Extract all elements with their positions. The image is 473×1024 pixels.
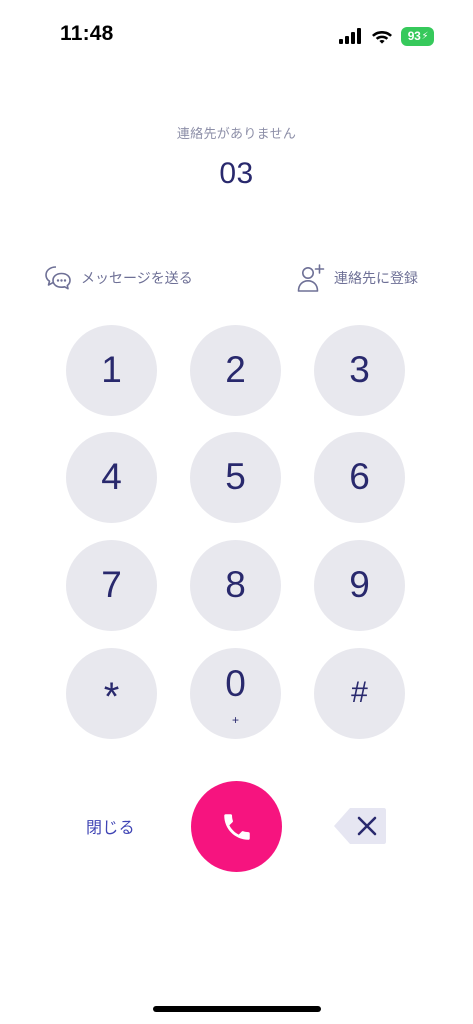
key-5[interactable]: 5 — [190, 432, 281, 523]
key-plus-label: + — [231, 713, 239, 727]
add-person-icon — [297, 264, 325, 292]
key-4[interactable]: 4 — [66, 432, 157, 523]
key-digit: 4 — [101, 456, 122, 497]
key-digit: 1 — [101, 349, 122, 390]
key-6[interactable]: 6 — [314, 432, 405, 523]
home-indicator — [153, 1006, 321, 1012]
send-message-button[interactable]: メッセージを送る — [43, 263, 193, 293]
key-digit: 2 — [225, 349, 246, 390]
key-digit: * — [103, 675, 120, 719]
key-digit: # — [351, 676, 368, 709]
key-hash[interactable]: # — [314, 648, 405, 739]
key-9[interactable]: 9 — [314, 540, 405, 631]
battery-level: 93 — [407, 29, 421, 43]
charging-bolt-icon: ⚡ — [421, 30, 429, 42]
battery-icon: 93 ⚡ — [401, 26, 434, 46]
key-digit: 3 — [349, 349, 370, 390]
key-star[interactable]: * — [66, 648, 157, 739]
key-digit: 7 — [101, 564, 122, 605]
status-icons: 93 ⚡ — [339, 24, 434, 48]
status-bar: 11:48 93 ⚡ — [0, 0, 473, 70]
phone-dialer-screen: 11:48 93 ⚡ 連絡先がありません 03 メッセージを送る 連絡先に登録 … — [0, 0, 473, 1024]
key-7[interactable]: 7 — [66, 540, 157, 631]
dialed-number: 03 — [219, 157, 254, 190]
backspace-icon — [334, 808, 386, 844]
phone-icon — [223, 813, 250, 840]
delete-button[interactable] — [333, 806, 387, 846]
key-1[interactable]: 1 — [66, 325, 157, 416]
key-digit: 8 — [225, 564, 246, 605]
keypad: 1 2 3 4 5 6 7 8 9 * 0 + # — [66, 325, 406, 741]
add-contact-button[interactable]: 連絡先に登録 — [296, 263, 418, 293]
call-button[interactable] — [191, 781, 282, 872]
key-digit: 6 — [349, 456, 370, 497]
key-3[interactable]: 3 — [314, 325, 405, 416]
key-digit: 0 — [225, 663, 246, 704]
status-time: 11:48 — [60, 22, 114, 45]
key-8[interactable]: 8 — [190, 540, 281, 631]
no-contact-label: 連絡先がありません — [176, 126, 297, 141]
wifi-icon — [372, 31, 392, 44]
signal-icon — [339, 28, 361, 44]
message-bubbles-icon — [45, 266, 71, 290]
key-digit: 9 — [349, 564, 370, 605]
send-message-label: メッセージを送る — [81, 270, 193, 286]
add-contact-label: 連絡先に登録 — [334, 270, 418, 286]
key-0[interactable]: 0 + — [190, 648, 281, 739]
key-2[interactable]: 2 — [190, 325, 281, 416]
close-button[interactable]: 閉じる — [86, 814, 135, 838]
key-digit: 5 — [225, 456, 246, 497]
